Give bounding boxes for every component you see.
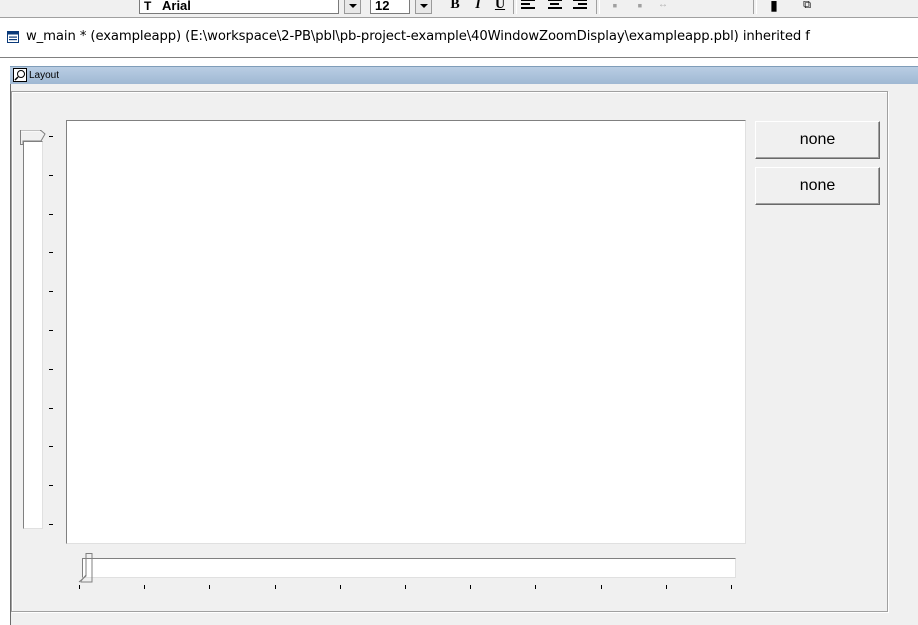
vertical-slider-tick (49, 330, 53, 331)
underline-button[interactable]: U (491, 0, 509, 14)
none-button-2[interactable]: none (755, 167, 880, 205)
horizontal-slider-tick (339, 585, 341, 589)
font-name-dropdown-icon[interactable] (344, 0, 361, 14)
italic-button[interactable]: I (469, 0, 487, 14)
window-object-icon (7, 31, 19, 43)
font-name-value: Arial (162, 0, 191, 13)
bring-to-front-icon[interactable]: ▪ (606, 0, 624, 14)
none-button-1[interactable]: none (755, 121, 880, 159)
align-left-icon[interactable] (521, 0, 535, 11)
divider (0, 57, 918, 58)
font-size-combo[interactable]: 12 (370, 0, 410, 14)
send-to-back-icon[interactable]: ▪ (631, 0, 649, 14)
horizontal-slider-tick (470, 585, 472, 589)
toolbar-separator (596, 0, 600, 14)
horizontal-slider-tick (731, 585, 732, 589)
horizontal-slider-tick (79, 585, 80, 589)
display-pane[interactable] (66, 120, 746, 544)
toolbar-separator (513, 0, 517, 14)
horizontal-zoom-slider-track[interactable] (82, 558, 736, 578)
align-center-icon[interactable] (548, 0, 562, 11)
horizontal-slider-tick (535, 585, 537, 589)
window-title: w_main * (exampleapp) (E:\workspace\2-PB… (26, 29, 810, 44)
space-horizontal-icon[interactable]: ↔ (654, 0, 672, 14)
vertical-slider-tick (49, 174, 53, 176)
preview-icon[interactable]: ⧉ (798, 0, 816, 14)
painter-title-bar: w_main * (exampleapp) (E:\workspace\2-PB… (0, 26, 918, 48)
font-name-combo[interactable]: T Arial (139, 0, 339, 14)
font-size-value: 12 (375, 0, 390, 13)
horizontal-slider-tick (144, 585, 146, 589)
layout-icon (13, 68, 27, 82)
horizontal-slider-thumb[interactable] (77, 553, 93, 583)
bold-button[interactable]: B (446, 0, 464, 14)
layout-panel-header: Layout (10, 66, 918, 84)
font-size-dropdown-icon[interactable] (415, 0, 432, 14)
layout-panel-label: Layout (29, 70, 60, 81)
format-toolbar: T Arial 12 B I U ▪ ▪ ↔ ▮ ⧉ (0, 0, 918, 18)
toolbar-separator (753, 0, 757, 14)
font-type-icon: T (144, 0, 152, 13)
horizontal-slider-tick (665, 585, 667, 589)
horizontal-slider-tick (209, 585, 211, 589)
horizontal-slider-tick (600, 585, 602, 589)
vertical-slider-tick (49, 291, 53, 293)
vertical-slider-tick (49, 485, 53, 487)
vertical-slider-thumb[interactable] (20, 130, 46, 146)
vertical-slider-tick (49, 446, 53, 448)
vertical-slider-tick (49, 407, 53, 409)
vertical-slider-tick (49, 136, 53, 137)
vertical-slider-tick (49, 368, 53, 370)
align-right-icon[interactable] (573, 0, 587, 11)
vertical-zoom-slider-track[interactable] (23, 141, 43, 529)
vertical-slider-tick (49, 252, 53, 254)
vertical-slider-tick (49, 213, 53, 215)
vertical-slider-tick (49, 524, 53, 525)
horizontal-slider-tick (405, 585, 406, 589)
tab-order-icon[interactable]: ▮ (765, 0, 783, 14)
horizontal-slider-tick (274, 585, 276, 589)
